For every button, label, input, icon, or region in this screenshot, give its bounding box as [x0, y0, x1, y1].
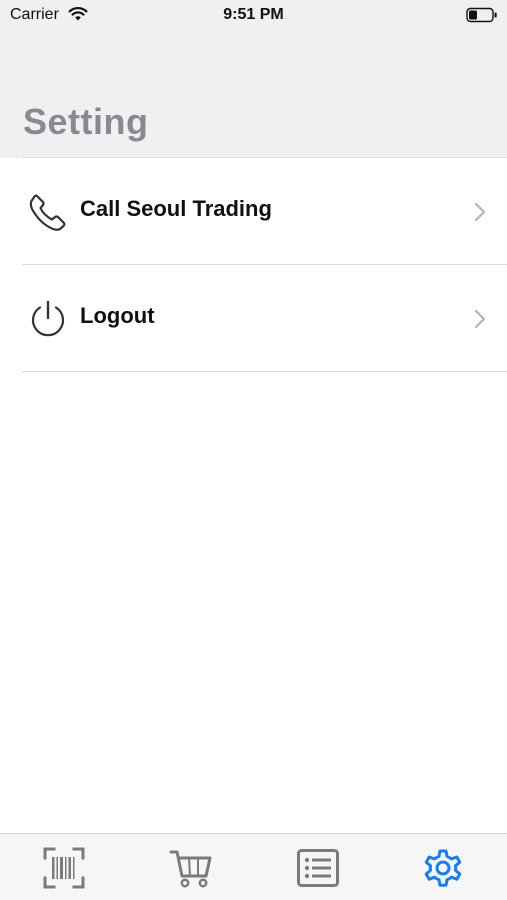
list-icon[interactable] — [296, 846, 340, 890]
row-label: Call Seoul Trading — [80, 196, 272, 221]
page-title: Setting — [23, 101, 149, 142]
chevron-right-icon — [474, 309, 486, 329]
status-time: 9:51 PM — [223, 6, 284, 23]
chevron-right-icon — [474, 202, 486, 222]
row-label: Logout — [80, 303, 155, 328]
logout-row[interactable]: Logout — [22, 265, 507, 372]
phone-icon — [29, 194, 66, 231]
tab-bar — [0, 833, 507, 900]
cart-icon[interactable] — [169, 846, 213, 890]
power-icon — [31, 300, 65, 337]
barcode-scan-icon[interactable] — [42, 846, 86, 890]
status-bar: Carrier 9:51 PM — [0, 0, 507, 30]
gear-icon[interactable] — [421, 846, 465, 890]
call-seoul-trading-row[interactable]: Call Seoul Trading — [22, 158, 507, 265]
battery-icon — [466, 7, 497, 23]
